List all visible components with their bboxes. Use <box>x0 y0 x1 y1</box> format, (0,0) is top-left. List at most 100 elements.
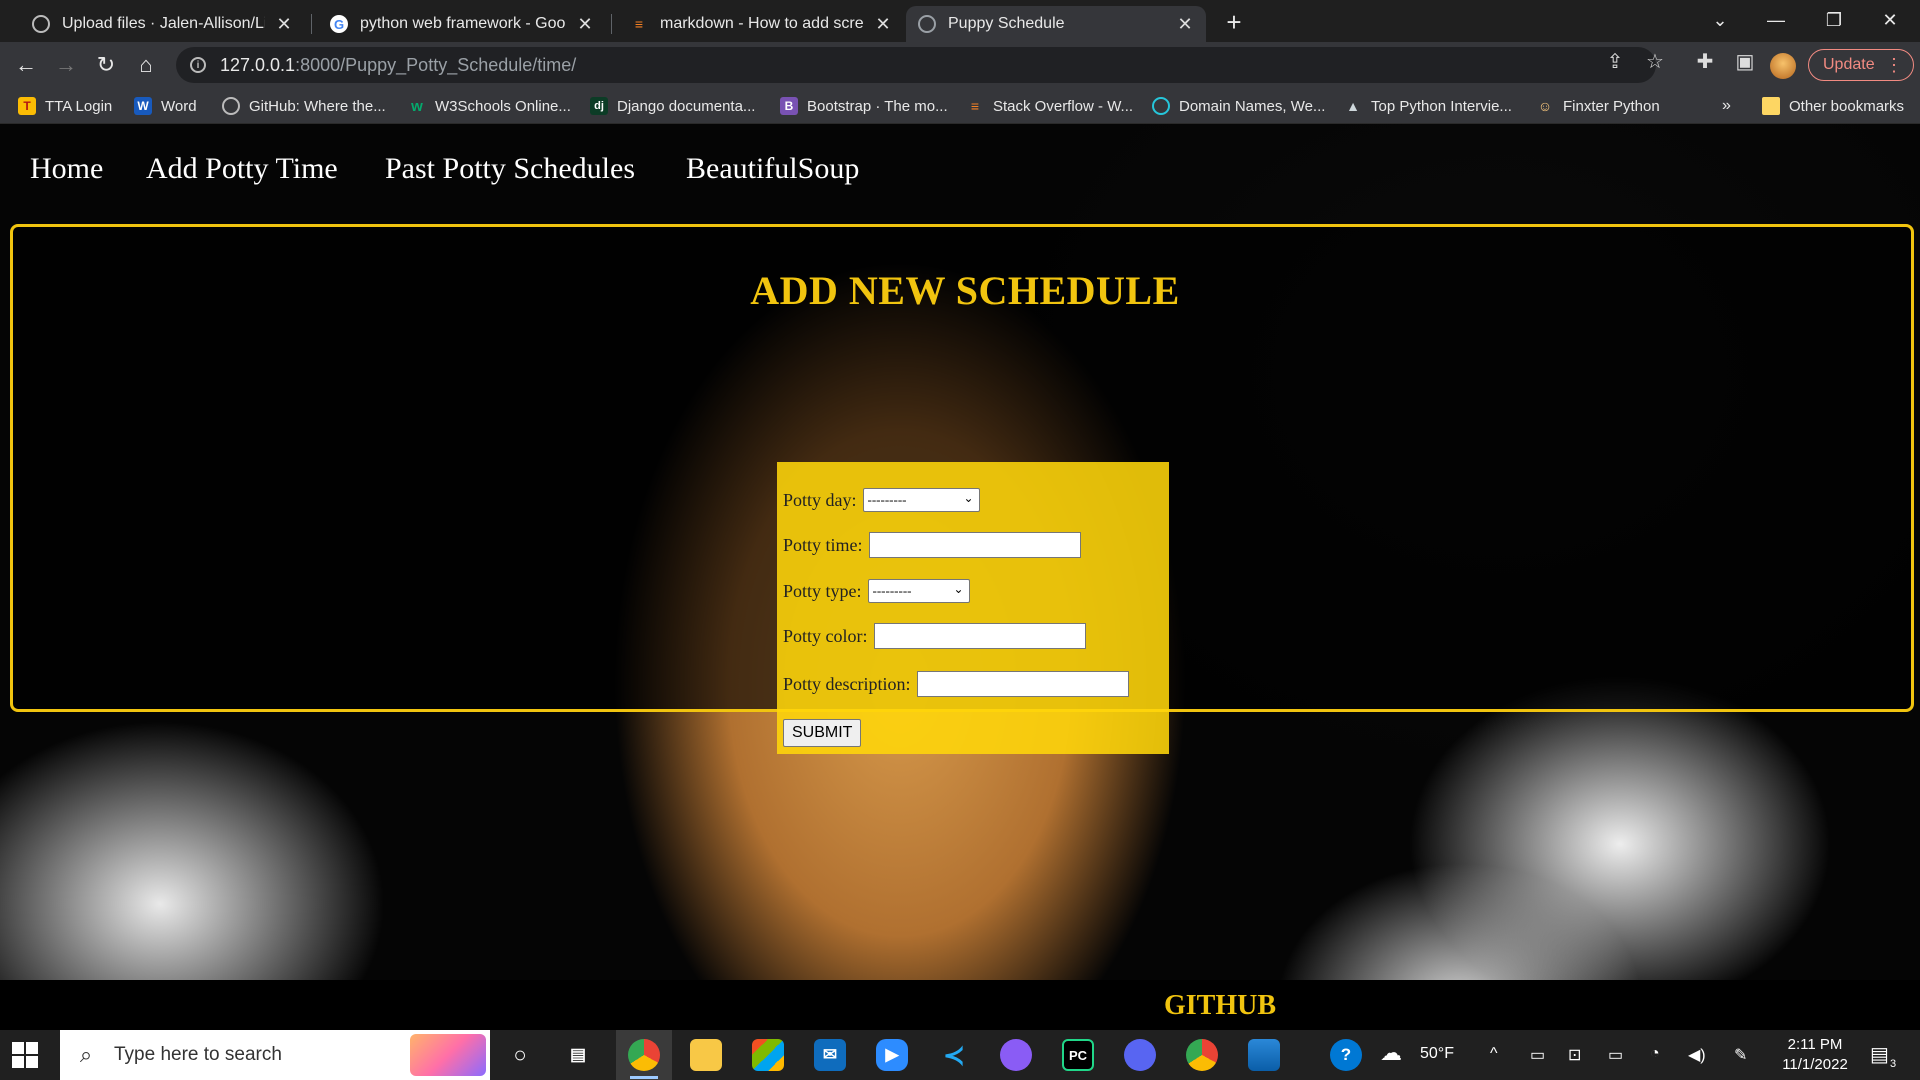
potty-type-value: --------- <box>872 583 912 598</box>
close-icon[interactable]: ✕ <box>872 13 894 35</box>
bookmark-label: TTA Login <box>45 97 113 115</box>
chevron-down-icon: ⌄ <box>963 491 974 505</box>
search-placeholder: Type here to search <box>114 1044 282 1065</box>
home-icon[interactable]: ⌂ <box>130 49 162 81</box>
discord-icon[interactable] <box>1124 1039 1156 1071</box>
help-icon[interactable]: ? <box>1330 1039 1362 1071</box>
minimize-button[interactable]: — <box>1748 0 1804 40</box>
potty-time-input[interactable] <box>868 532 1081 558</box>
close-icon[interactable]: ✕ <box>574 13 596 35</box>
stackoverflow-icon: ≡ <box>634 16 644 32</box>
bookmark-bootstrap[interactable]: B Bootstrap · The mo... <box>780 95 948 117</box>
tab-markdown-screenshots[interactable]: ≡ markdown - How to add screens ✕ <box>618 6 904 42</box>
forward-arrow-icon[interactable]: → <box>50 49 82 81</box>
volume-icon[interactable]: ◀) <box>1688 1045 1706 1065</box>
potty-description-input[interactable] <box>916 671 1129 697</box>
notifications-icon[interactable]: ▤ <box>1870 1042 1889 1067</box>
schedule-panel: ADD NEW SCHEDULE Potty day: --------- ⌄ … <box>10 224 1914 754</box>
chevron-down-icon: ⌄ <box>953 582 964 596</box>
stackoverflow-icon: ≡ <box>970 98 980 114</box>
battery-icon[interactable]: ▭ <box>1608 1045 1623 1065</box>
menu-dots-icon[interactable]: ⋮ <box>1885 55 1903 76</box>
bookmark-stack-overflow[interactable]: ≡ Stack Overflow - W... <box>966 95 1133 117</box>
taskbar-search-box[interactable]: ⌕ Type here to search <box>60 1030 490 1080</box>
bookmark-w3schools[interactable]: w W3Schools Online... <box>408 95 571 117</box>
system-clock[interactable]: 2:11 PM 11/1/2022 <box>1770 1035 1860 1075</box>
bookmark-label: Finxter Python <box>1563 97 1660 115</box>
bookmark-django[interactable]: dj Django documenta... <box>590 95 755 117</box>
back-arrow-icon[interactable]: ← <box>10 49 42 81</box>
tab-search-chevron-icon[interactable]: ⌄ <box>1692 0 1748 40</box>
windows-start-icon[interactable] <box>12 1042 38 1068</box>
cortana-icon[interactable]: ○ <box>504 1039 536 1071</box>
photos-icon[interactable] <box>1248 1039 1280 1071</box>
bookmark-label: Top Python Intervie... <box>1371 97 1512 115</box>
tta-icon: T <box>18 97 36 115</box>
update-label: Update <box>1823 56 1875 73</box>
new-tab-button[interactable]: + <box>1220 8 1248 36</box>
zoom-icon[interactable]: ▶ <box>876 1039 908 1071</box>
potty-color-input[interactable] <box>873 623 1086 649</box>
weather-cloud-icon[interactable]: ☁ <box>1380 1040 1402 1066</box>
bookmark-tta-login[interactable]: T TTA Login <box>18 95 112 117</box>
device-icon[interactable]: ⊡ <box>1568 1045 1581 1065</box>
nav-beautifulsoup[interactable]: BeautifulSoup <box>686 152 859 186</box>
bookmark-finxter[interactable]: ☺ Finxter Python <box>1536 95 1660 117</box>
close-window-button[interactable]: ✕ <box>1862 0 1918 40</box>
site-info-icon[interactable]: i <box>190 57 206 73</box>
potty-day-row: Potty day: --------- ⌄ <box>783 488 980 512</box>
active-indicator <box>630 1076 658 1079</box>
bookmark-label: Django documenta... <box>617 97 756 115</box>
file-explorer-icon[interactable] <box>690 1039 722 1071</box>
clock-date: 11/1/2022 <box>1782 1056 1848 1073</box>
meet-now-icon[interactable]: ▭ <box>1530 1045 1545 1065</box>
chrome-profile-icon[interactable] <box>1186 1039 1218 1071</box>
other-bookmarks-folder[interactable]: Other bookmarks <box>1762 95 1904 117</box>
more-bookmarks-chevron-icon[interactable]: » <box>1722 95 1731 117</box>
tab-separator <box>611 14 612 34</box>
extensions-puzzle-icon[interactable]: ✚ <box>1694 50 1716 73</box>
pycharm-icon[interactable]: PC <box>1062 1039 1094 1071</box>
bookmark-star-icon[interactable]: ☆ <box>1644 50 1666 73</box>
pen-icon[interactable]: ✎ <box>1734 1045 1747 1065</box>
close-icon[interactable]: ✕ <box>1174 13 1196 35</box>
restore-button[interactable]: ❐ <box>1806 0 1862 40</box>
share-icon[interactable]: ⇪ <box>1604 50 1626 73</box>
potty-day-select[interactable]: --------- ⌄ <box>862 488 980 512</box>
nav-add-potty-time[interactable]: Add Potty Time <box>146 152 338 186</box>
microsoft-store-icon[interactable] <box>752 1039 784 1071</box>
reload-icon[interactable]: ↻ <box>90 49 122 81</box>
url-text[interactable]: 127.0.0.1:8000/Puppy_Potty_Schedule/time… <box>220 55 576 76</box>
url-host: 127.0.0.1 <box>220 54 296 75</box>
potty-type-select[interactable]: --------- ⌄ <box>867 579 970 603</box>
bookmark-domain-names[interactable]: Domain Names, We... <box>1152 95 1325 117</box>
profile-avatar[interactable] <box>1770 53 1796 79</box>
tab-puppy-schedule[interactable]: Puppy Schedule ✕ <box>906 6 1206 42</box>
github-desktop-icon[interactable] <box>1000 1039 1032 1071</box>
taskbar: ⌕ Type here to search ○ ▤ ✉ ▶ ≺ PC ? ☁ 5… <box>0 1030 1920 1080</box>
weather-temperature[interactable]: 50°F <box>1420 1045 1454 1063</box>
show-hidden-icons-chevron-icon[interactable]: ^ <box>1490 1045 1498 1063</box>
tab-upload-files[interactable]: Upload files · Jalen-Allison/Live-P ✕ <box>20 6 305 42</box>
bookmark-top-python-interview[interactable]: ▲ Top Python Intervie... <box>1344 95 1512 117</box>
chrome-icon[interactable] <box>628 1039 660 1071</box>
nav-home[interactable]: Home <box>30 152 103 186</box>
submit-button[interactable]: SUBMIT <box>783 719 862 747</box>
folder-icon <box>1762 97 1780 115</box>
github-icon <box>32 15 50 33</box>
tab-python-web-framework[interactable]: G python web framework - Google ✕ <box>318 6 606 42</box>
mail-icon[interactable]: ✉ <box>814 1039 846 1071</box>
bookmark-word[interactable]: W Word <box>134 95 197 117</box>
bookmark-github[interactable]: GitHub: Where the... <box>222 95 386 117</box>
update-button[interactable]: Update ⋮ <box>1808 49 1914 81</box>
side-panel-icon[interactable]: ▣ <box>1734 50 1756 73</box>
wifi-icon[interactable]: ◔ <box>1650 1045 1660 1063</box>
vscode-icon[interactable]: ≺ <box>938 1039 970 1071</box>
close-icon[interactable]: ✕ <box>273 13 295 35</box>
search-highlight-image <box>410 1034 486 1076</box>
nav-past-potty-schedules[interactable]: Past Potty Schedules <box>385 152 635 186</box>
potty-day-value: --------- <box>867 492 907 507</box>
address-bar[interactable]: i 127.0.0.1:8000/Puppy_Potty_Schedule/ti… <box>176 47 1656 83</box>
task-view-icon[interactable]: ▤ <box>562 1039 594 1071</box>
github-link[interactable]: GITHUB <box>0 990 1920 1022</box>
